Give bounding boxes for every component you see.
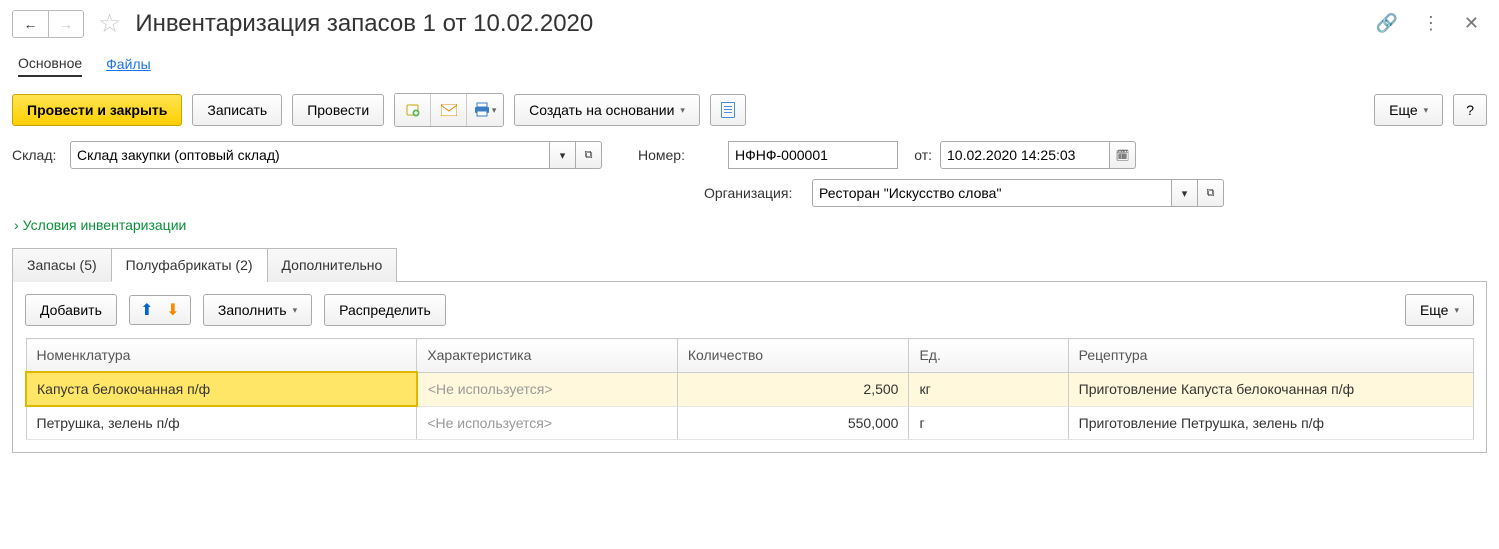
form-row-2: Организация: ▾ ⧉ [704,179,1487,207]
col-nomenclature[interactable]: Номенклатура [26,339,417,373]
more-button[interactable]: Еще ▾ [1374,94,1443,126]
cell-characteristic[interactable]: <Не используется> [417,372,678,406]
tab-toolbar: Добавить ⬆ ⬇ Заполнить ▾ Распределить Еще… [25,294,1474,326]
org-dropdown[interactable]: ▾ [1172,179,1198,207]
tab-content: Добавить ⬆ ⬇ Заполнить ▾ Распределить Еще… [12,282,1487,453]
cell-quantity[interactable]: 550,000 [677,406,909,440]
more-icon[interactable]: ⋮ [1414,9,1448,38]
table-header-row: Номенклатура Характеристика Количество Е… [26,339,1474,373]
warehouse-input-group: ▾ ⧉ [70,141,602,169]
chevron-right-icon: › [14,217,19,233]
calendar-icon[interactable]: 🗓 [1110,141,1136,169]
tab-more-button[interactable]: Еще ▾ [1405,294,1474,326]
link-icon[interactable]: 🔗 [1367,9,1405,38]
col-unit[interactable]: Ед. [909,339,1068,373]
warehouse-label: Склад: [12,147,62,163]
form-row-1: Склад: ▾ ⧉ Номер: от: 🗓 [12,141,1487,169]
date-input[interactable] [940,141,1110,169]
action-icons: ▾ [394,93,504,127]
items-table: Номенклатура Характеристика Количество Е… [25,338,1474,440]
org-label: Организация: [704,185,804,201]
email-icon[interactable] [431,94,467,126]
cell-nomenclature[interactable]: Капуста белокочанная п/ф [26,372,417,406]
help-button[interactable]: ? [1453,94,1487,126]
tab-additional[interactable]: Дополнительно [267,248,398,282]
warehouse-dropdown[interactable]: ▾ [550,141,576,169]
cell-characteristic[interactable]: <Не используется> [417,406,678,440]
cell-recipe[interactable]: Приготовление Петрушка, зелень п/ф [1068,406,1473,440]
back-button[interactable]: ← [12,10,48,38]
table-row[interactable]: Капуста белокочанная п/ф<Не используется… [26,372,1474,406]
subnav-main[interactable]: Основное [18,51,82,77]
page-title: Инвентаризация запасов 1 от 10.02.2020 [135,10,593,38]
move-up-button[interactable]: ⬆ [136,299,158,321]
col-quantity[interactable]: Количество [677,339,909,373]
post-and-close-button[interactable]: Провести и закрыть [12,94,182,126]
main-toolbar: Провести и закрыть Записать Провести ▾ С… [12,93,1487,127]
subnav-files[interactable]: Файлы [106,52,150,76]
number-label: Номер: [638,147,688,163]
document-icon [721,102,735,118]
fill-button[interactable]: Заполнить ▾ [203,294,312,326]
col-recipe[interactable]: Рецептура [1068,339,1473,373]
attach-icon[interactable] [395,94,431,126]
header-bar: ← → ☆ Инвентаризация запасов 1 от 10.02.… [12,8,1487,39]
chevron-down-icon: ▾ [1454,305,1459,316]
write-button[interactable]: Записать [192,94,282,126]
table-row[interactable]: Петрушка, зелень п/ф<Не используется>550… [26,406,1474,440]
cell-nomenclature[interactable]: Петрушка, зелень п/ф [26,406,417,440]
create-based-button[interactable]: Создать на основании ▾ [514,94,700,126]
date-input-group: 🗓 [940,141,1136,169]
post-button[interactable]: Провести [292,94,384,126]
chevron-down-icon: ▾ [680,105,685,116]
report-button[interactable] [710,94,746,126]
org-input[interactable] [812,179,1172,207]
add-button[interactable]: Добавить [25,294,117,326]
date-label: от: [906,147,932,163]
print-icon[interactable]: ▾ [467,94,503,126]
cell-unit[interactable]: г [909,406,1068,440]
arrow-right-icon: → [59,16,73,32]
chevron-down-icon: ▾ [492,105,497,116]
subnav: Основное Файлы [12,51,1487,77]
nav-group: ← → [12,10,84,38]
tab-semifinished[interactable]: Полуфабрикаты (2) [111,248,268,282]
col-characteristic[interactable]: Характеристика [417,339,678,373]
warehouse-input[interactable] [70,141,550,169]
star-icon[interactable]: ☆ [98,8,121,39]
warehouse-open[interactable]: ⧉ [576,141,602,169]
chevron-down-icon: ▾ [1424,105,1429,116]
close-icon[interactable]: ✕ [1456,9,1487,38]
cell-unit[interactable]: кг [909,372,1068,406]
conditions-label: Условия инвентаризации [23,217,187,233]
conditions-toggle[interactable]: › Условия инвентаризации [14,217,1487,233]
org-input-group: ▾ ⧉ [812,179,1224,207]
tab-more-label: Еще [1420,302,1449,318]
org-open[interactable]: ⧉ [1198,179,1224,207]
cell-quantity[interactable]: 2,500 [677,372,909,406]
tabs: Запасы (5) Полуфабрикаты (2) Дополнитель… [12,247,1487,282]
fill-label: Заполнить [218,302,287,318]
arrow-left-icon: ← [24,16,38,32]
tab-stocks[interactable]: Запасы (5) [12,248,112,282]
number-input[interactable] [728,141,898,169]
distribute-button[interactable]: Распределить [324,294,446,326]
more-label: Еще [1389,102,1418,118]
forward-button[interactable]: → [48,10,84,38]
chevron-down-icon: ▾ [293,305,298,316]
move-buttons: ⬆ ⬇ [129,295,191,325]
move-down-button[interactable]: ⬇ [162,299,184,321]
cell-recipe[interactable]: Приготовление Капуста белокочанная п/ф [1068,372,1473,406]
create-based-label: Создать на основании [529,102,674,118]
